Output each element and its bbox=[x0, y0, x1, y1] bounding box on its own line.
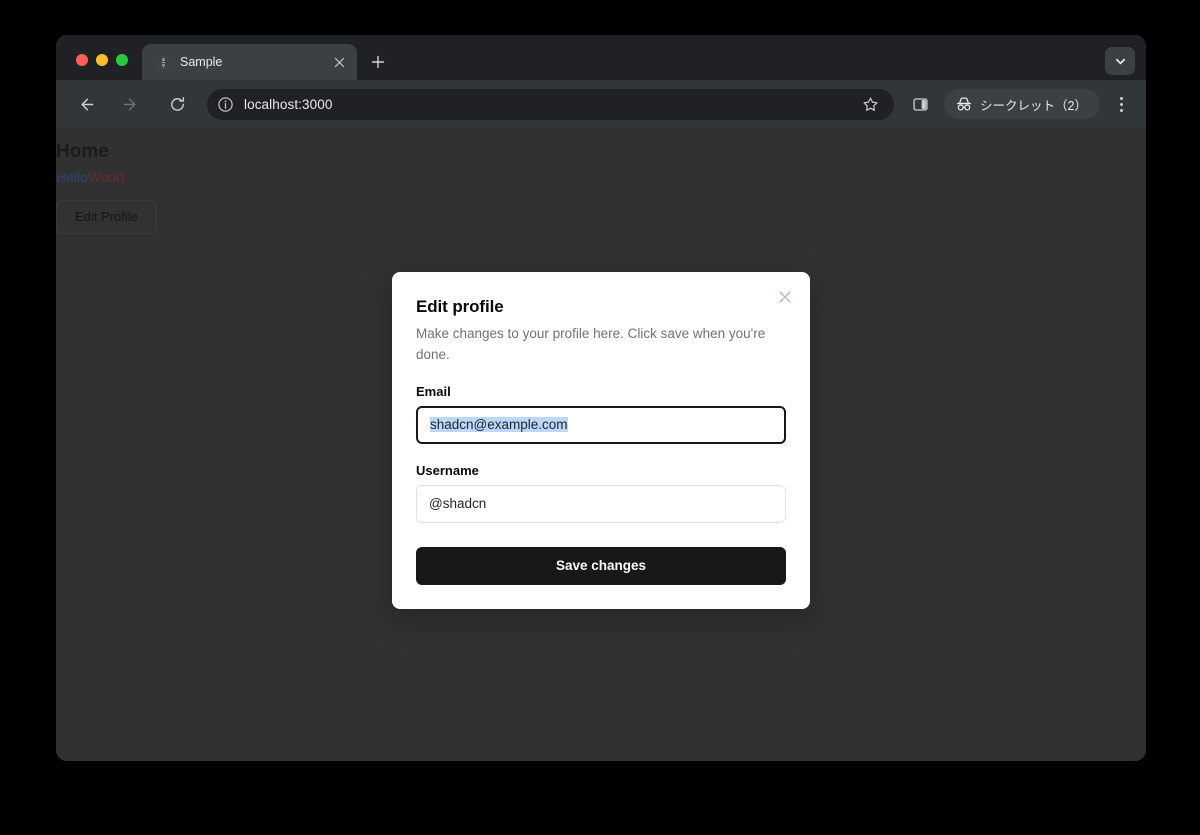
username-field-group: Username @shadcn bbox=[416, 463, 786, 523]
browser-tab-sample[interactable]: Sample bbox=[142, 44, 357, 80]
browser-window: Sample localhost:3000 シークレット（2） Home Hel… bbox=[56, 35, 1146, 761]
edit-profile-dialog: Edit profile Make changes to your profil… bbox=[392, 272, 810, 609]
close-icon[interactable] bbox=[776, 288, 794, 306]
window-minimize-button[interactable] bbox=[96, 54, 108, 66]
close-icon[interactable] bbox=[330, 53, 348, 71]
email-input[interactable]: shadcn@example.com bbox=[416, 405, 786, 444]
page-viewport: Home HelloWorld Edit Profile Edit profil… bbox=[56, 128, 1146, 761]
address-bar-url: localhost:3000 bbox=[244, 96, 333, 112]
dialog-overlay: Edit profile Make changes to your profil… bbox=[56, 128, 1146, 761]
three-dots-vertical-icon[interactable] bbox=[1107, 89, 1135, 119]
incognito-icon bbox=[955, 96, 973, 112]
window-close-button[interactable] bbox=[76, 54, 88, 66]
menu-dot bbox=[1119, 108, 1123, 112]
window-traffic-lights bbox=[56, 54, 142, 80]
dialog-description: Make changes to your profile here. Click… bbox=[416, 326, 766, 362]
email-field-group: Email shadcn@example.com bbox=[416, 384, 786, 444]
username-input-value: @shadcn bbox=[429, 496, 487, 512]
username-input[interactable]: @shadcn bbox=[416, 484, 786, 523]
globe-icon bbox=[155, 54, 171, 70]
chevron-down-icon[interactable] bbox=[1105, 47, 1135, 75]
email-label: Email bbox=[416, 383, 451, 399]
incognito-label: シークレット（2） bbox=[980, 98, 1087, 113]
star-icon[interactable] bbox=[858, 92, 882, 116]
menu-dot bbox=[1119, 96, 1123, 100]
menu-dot bbox=[1119, 102, 1123, 106]
window-maximize-button[interactable] bbox=[116, 54, 128, 66]
incognito-indicator[interactable]: シークレット（2） bbox=[944, 89, 1100, 119]
arrow-right-icon bbox=[116, 89, 146, 119]
email-input-value: shadcn@example.com bbox=[430, 417, 568, 433]
username-label: Username bbox=[416, 462, 479, 478]
browser-toolbar: localhost:3000 シークレット（2） bbox=[56, 80, 1146, 128]
dialog-title: Edit profile bbox=[416, 297, 504, 317]
reload-icon[interactable] bbox=[162, 89, 192, 119]
arrow-left-icon[interactable] bbox=[70, 89, 100, 119]
address-bar[interactable]: localhost:3000 bbox=[207, 88, 895, 120]
tab-strip: Sample bbox=[56, 35, 1146, 80]
info-circle-icon[interactable] bbox=[216, 95, 235, 114]
save-changes-button[interactable]: Save changes bbox=[416, 546, 786, 585]
new-tab-button[interactable] bbox=[364, 48, 392, 76]
browser-tab-title: Sample bbox=[180, 55, 223, 69]
side-panel-icon[interactable] bbox=[904, 88, 936, 120]
